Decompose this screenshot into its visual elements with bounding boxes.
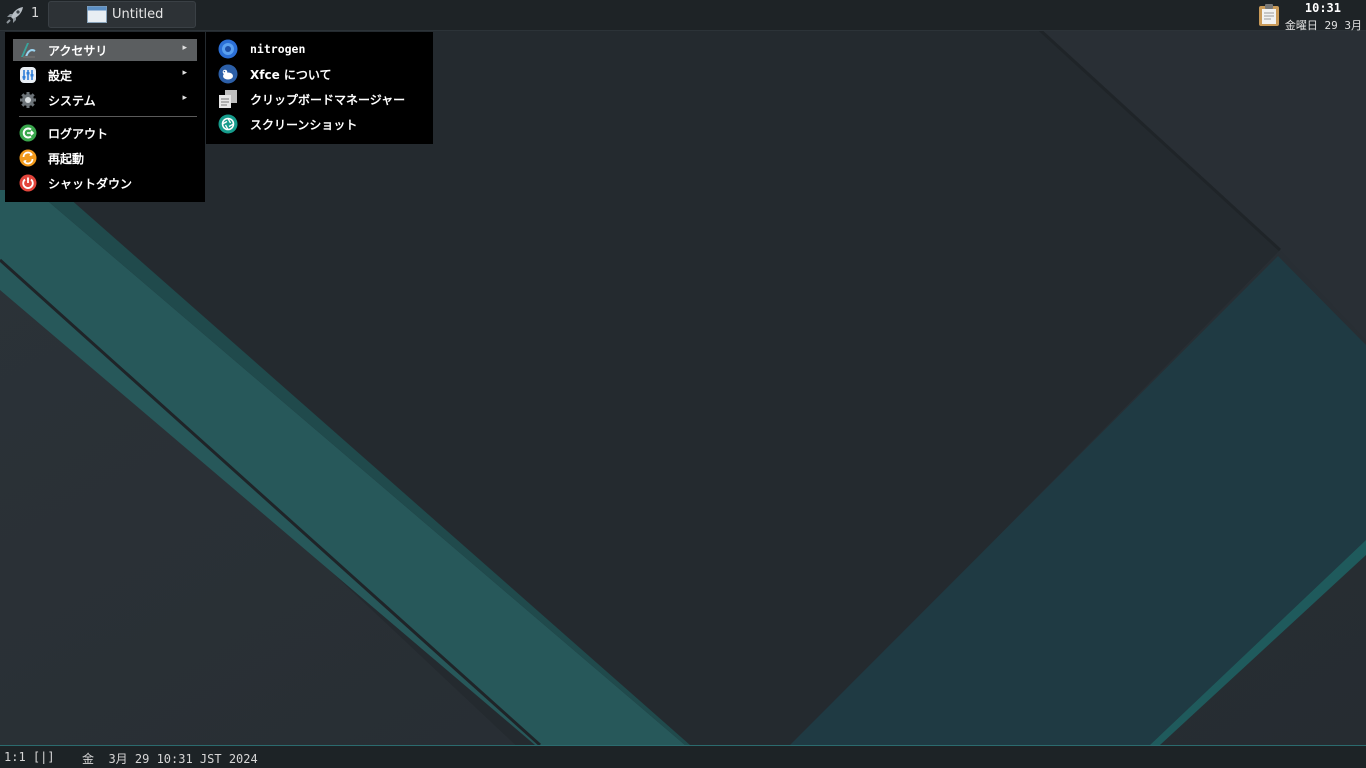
submenu-item-about-xfce[interactable]: Xfce について (218, 63, 428, 85)
menu-item-system[interactable]: システム ▸ (13, 89, 197, 111)
submenu-arrow-icon: ▸ (182, 68, 187, 78)
system-gear-icon (20, 92, 36, 108)
menu-item-settings[interactable]: 設定 ▸ (13, 64, 197, 86)
restart-icon (19, 149, 37, 167)
window-icon (87, 6, 107, 23)
top-panel: 1 Untitled 10:31 金曜日 29 3月 (0, 0, 1366, 33)
logout-icon (19, 124, 37, 142)
submenu-item-label: クリップボードマネージャー (250, 92, 406, 107)
clipboard-manager-icon (219, 90, 237, 108)
status-datetime: 金 3月 29 10:31 JST 2024 (82, 752, 258, 766)
shutdown-icon (19, 174, 37, 192)
menu-item-accessories[interactable]: アクセサリ ▸ (13, 39, 197, 61)
clipboard-icon[interactable] (1258, 3, 1280, 27)
xfce-icon (218, 64, 238, 84)
taskbar-window-title: Untitled (112, 7, 164, 22)
submenu-item-label: nitrogen (250, 42, 306, 56)
submenu-arrow-icon: ▸ (182, 93, 187, 103)
menu-item-logout[interactable]: ログアウト (13, 122, 197, 144)
settings-icon (20, 67, 36, 83)
submenu-item-nitrogen[interactable]: nitrogen (218, 38, 428, 60)
menu-item-restart[interactable]: 再起動 (13, 147, 197, 169)
status-bar: 1:1 [|] 金 3月 29 10:31 JST 2024 (0, 745, 1366, 768)
accessories-icon (21, 43, 36, 58)
rocket-icon[interactable] (4, 4, 26, 26)
menu-item-label: 設定 (48, 68, 73, 83)
layout-indicator[interactable]: 1:1 [|] (4, 750, 55, 764)
taskbar-window-button[interactable]: Untitled (48, 1, 196, 28)
application-menu: アクセサリ ▸ 設定 ▸ システム ▸ ログアウト 再起動 シャットダウン (5, 32, 205, 202)
nitrogen-icon (218, 39, 238, 59)
menu-item-label: シャットダウン (48, 176, 133, 191)
submenu-item-screenshot[interactable]: スクリーンショット (218, 113, 428, 135)
accessories-submenu: nitrogen Xfce について クリップボードマネージャー スクリーンショ… (206, 32, 433, 144)
clock-date[interactable]: 金曜日 29 3月 (1285, 17, 1362, 33)
menu-item-shutdown[interactable]: シャットダウン (13, 172, 197, 194)
menu-item-label: 再起動 (48, 151, 85, 166)
menu-separator (19, 116, 197, 117)
menu-item-label: アクセサリ (48, 43, 108, 58)
submenu-arrow-icon: ▸ (182, 43, 187, 53)
menu-item-label: ログアウト (48, 126, 109, 141)
submenu-item-clipboard-manager[interactable]: クリップボードマネージャー (218, 88, 428, 110)
submenu-item-label: Xfce について (250, 67, 332, 82)
submenu-item-label: スクリーンショット (250, 117, 358, 132)
menu-item-label: システム (48, 93, 96, 108)
screenshot-icon (218, 114, 238, 134)
clock-time[interactable]: 10:31 (1305, 1, 1341, 15)
workspace-number[interactable]: 1 (31, 6, 39, 21)
